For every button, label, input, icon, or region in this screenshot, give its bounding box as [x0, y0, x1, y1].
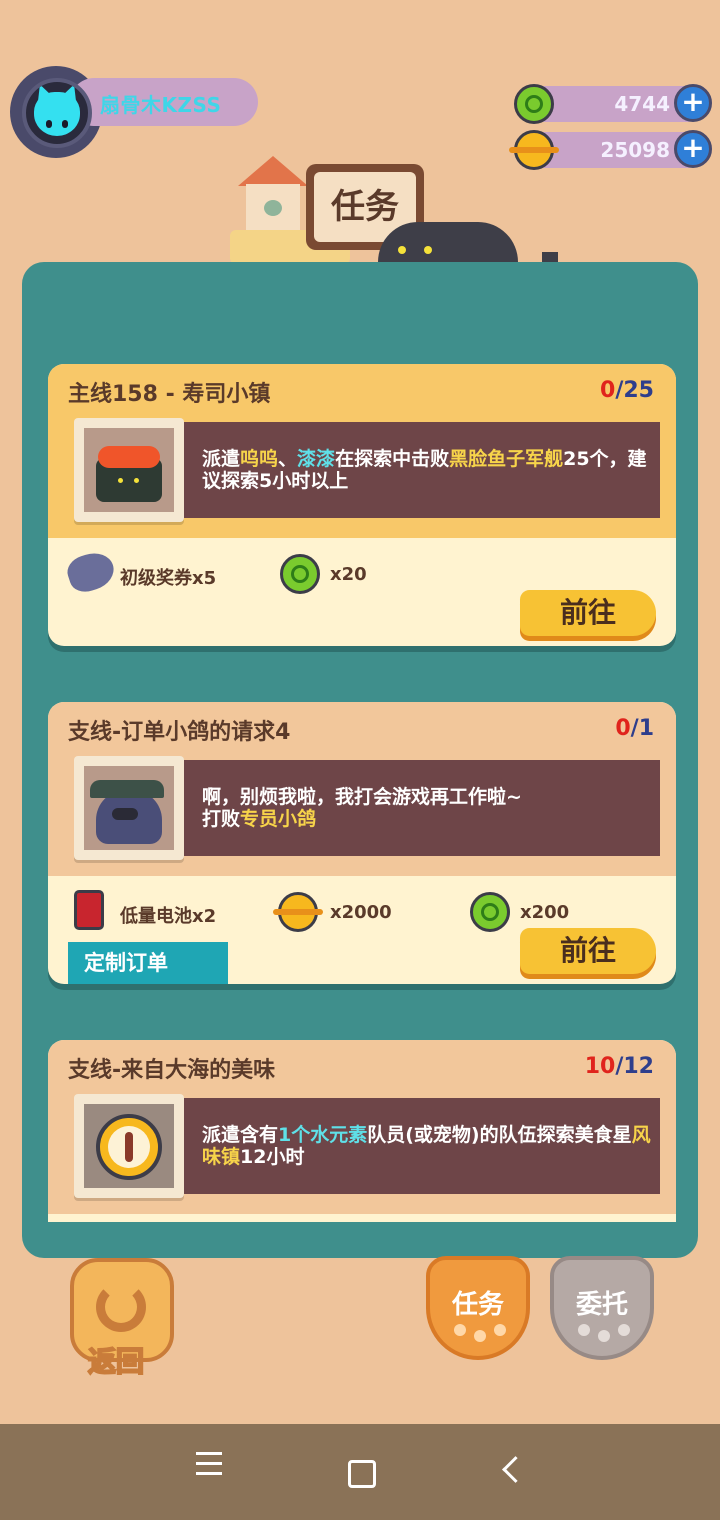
reward-label: 初级奖券x5: [120, 568, 217, 589]
green-coin-icon: [514, 84, 554, 124]
quest-description: 派遣呜呜、漆漆在探索中击败黑脸鱼子军舰25个，建议探索5小时以上: [202, 448, 647, 492]
tab-tasks-label: 任务: [451, 1290, 504, 1320]
custom-order-tag: 定制订单: [68, 942, 228, 984]
back-label: 返回: [87, 1344, 145, 1379]
gold-coin-icon: [273, 892, 323, 932]
quest-title: 支线-订单小鸽的请求4: [68, 720, 291, 745]
pigeon-agent-icon: [84, 766, 174, 850]
tab-commission[interactable]: 委托: [550, 1256, 654, 1360]
quest-progress: 0/25: [600, 378, 654, 403]
reward-label: x200: [520, 902, 570, 923]
low-battery-icon: [74, 890, 104, 930]
eye: [62, 120, 68, 128]
return-arrow-icon: [96, 1282, 146, 1332]
add-green-currency-button[interactable]: +: [674, 84, 712, 122]
gold-currency-value: 25098: [600, 138, 670, 162]
reward-label: x20: [330, 564, 367, 585]
quest-card: 支线-来自大海的美味 10/12 派遣含有1个水元素队员(或宠物)的队伍探索美食…: [48, 1040, 676, 1222]
add-gold-currency-button[interactable]: +: [674, 130, 712, 168]
quest-card: 支线-订单小鸽的请求4 0/1 啊，别烦我啦，我打会游戏再工作啦~ 打败专员小鸽 …: [48, 702, 676, 984]
quest-description: 啊，别烦我啦，我打会游戏再工作啦~ 打败专员小鸽: [202, 786, 522, 830]
sushi-roll-icon: [84, 428, 174, 512]
cat-eye: [398, 246, 406, 254]
cat-face-icon: [34, 92, 80, 136]
green-currency-value: 4744: [614, 92, 670, 116]
tab-commission-label: 委托: [575, 1290, 628, 1320]
avatar[interactable]: [22, 78, 92, 148]
tab-tasks[interactable]: 任务: [426, 1256, 530, 1360]
player-name: 扇骨木KZSS: [100, 93, 222, 117]
quest-description: 派遣含有1个水元素队员(或宠物)的队伍探索美食星风味镇12小时: [202, 1124, 651, 1168]
reward-label: 低量电池x2: [120, 906, 217, 927]
quest-title: 主线158 - 寿司小镇: [68, 382, 271, 407]
cat-eye: [424, 246, 432, 254]
reward-label: x2000: [330, 902, 392, 923]
menu-icon[interactable]: [196, 1452, 222, 1475]
green-coin-icon: [470, 892, 510, 932]
quest-title: 支线-来自大海的美味: [68, 1058, 276, 1083]
gold-coin-icon: [509, 130, 559, 170]
eye: [46, 120, 52, 128]
compass-icon: [84, 1104, 174, 1188]
quest-progress: 0/1: [615, 716, 654, 741]
green-coin-icon: [280, 554, 320, 594]
home-icon[interactable]: [348, 1460, 376, 1488]
house-icon: [238, 156, 308, 236]
go-button[interactable]: 前往: [520, 928, 656, 974]
go-button[interactable]: 前往: [520, 590, 656, 636]
quest-progress: 10/12: [584, 1054, 654, 1079]
quest-card: 主线158 - 寿司小镇 0/25 派遣呜呜、漆漆在探索中击败黑脸鱼子军舰25个…: [48, 364, 676, 646]
coupon-icon: [63, 547, 119, 597]
